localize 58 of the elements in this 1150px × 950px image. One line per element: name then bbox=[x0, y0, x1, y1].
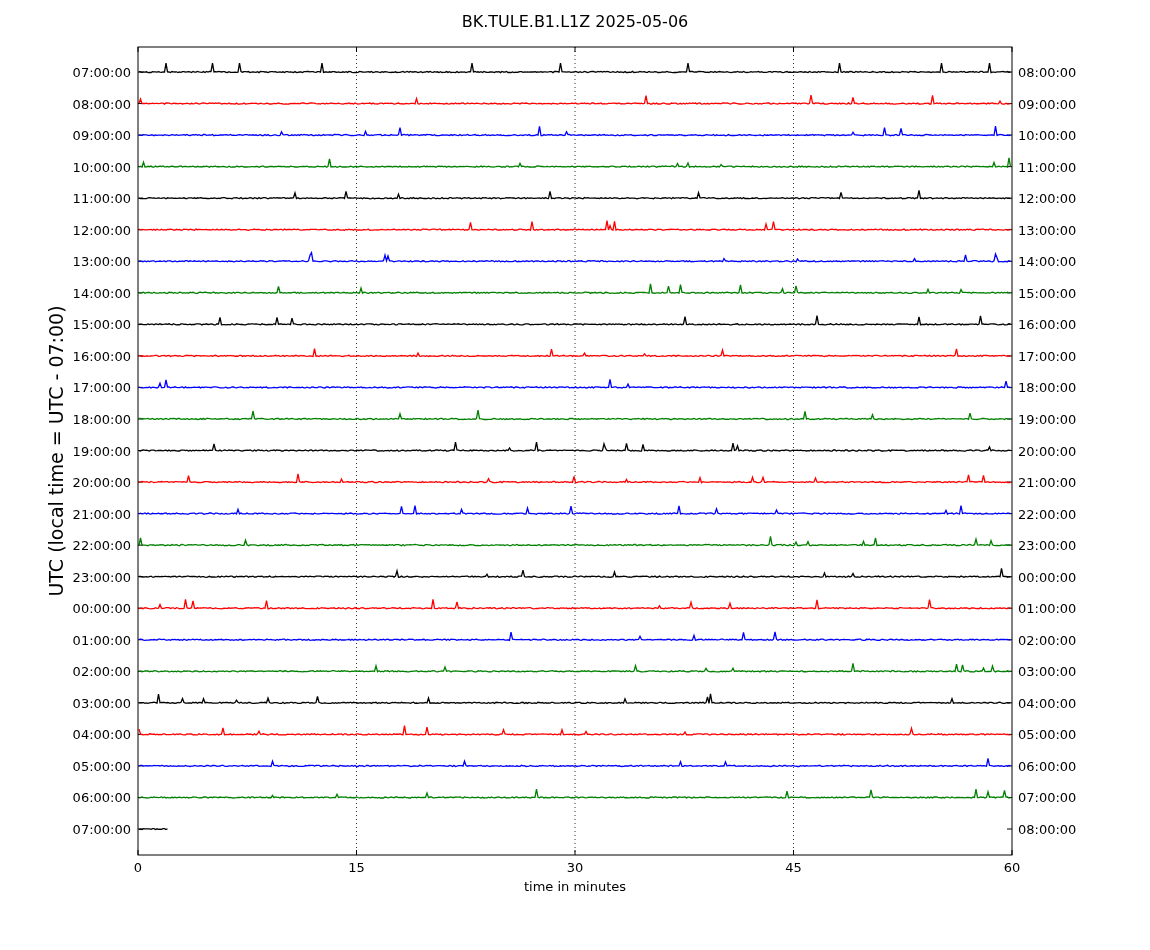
time-label: 19:00:00 bbox=[1018, 411, 1077, 427]
time-label: 20:00:00 bbox=[1018, 443, 1077, 459]
time-label: 20:00:00 bbox=[72, 475, 131, 491]
time-label: 13:00:00 bbox=[1018, 222, 1077, 238]
time-label: 06:00:00 bbox=[1018, 758, 1077, 774]
time-label: 11:00:00 bbox=[1018, 159, 1077, 175]
time-label: 01:00:00 bbox=[72, 632, 131, 648]
time-label: 05:00:00 bbox=[72, 758, 131, 774]
time-label: 07:00:00 bbox=[72, 822, 131, 837]
time-label: 00:00:00 bbox=[72, 601, 131, 617]
time-label: 12:00:00 bbox=[1018, 191, 1077, 207]
time-label: 10:00:00 bbox=[1018, 128, 1077, 144]
time-label: 09:00:00 bbox=[1018, 96, 1077, 112]
time-label: 02:00:00 bbox=[1018, 632, 1077, 648]
time-label: 04:00:00 bbox=[1018, 695, 1077, 711]
time-label: 13:00:00 bbox=[72, 254, 131, 270]
time-label: 11:00:00 bbox=[72, 191, 131, 207]
time-label: 03:00:00 bbox=[1018, 664, 1077, 680]
time-label: 16:00:00 bbox=[1018, 317, 1077, 333]
time-label: 15:00:00 bbox=[72, 317, 131, 333]
time-label: 06:00:00 bbox=[72, 790, 131, 806]
time-label: 21:00:00 bbox=[72, 506, 131, 522]
time-label: 07:00:00 bbox=[72, 65, 131, 80]
time-label: 08:00:00 bbox=[72, 96, 131, 112]
x-tick-label: 45 bbox=[785, 860, 802, 875]
time-label: 01:00:00 bbox=[1018, 601, 1077, 617]
time-label: 05:00:00 bbox=[1018, 727, 1077, 743]
time-label: 03:00:00 bbox=[72, 695, 131, 711]
time-label: 21:00:00 bbox=[1018, 475, 1077, 491]
time-label: 18:00:00 bbox=[1018, 380, 1077, 396]
time-label: 14:00:00 bbox=[1018, 254, 1077, 270]
time-label: 14:00:00 bbox=[72, 285, 131, 301]
time-label: 23:00:00 bbox=[72, 569, 131, 585]
time-label: 22:00:00 bbox=[1018, 506, 1077, 522]
chart-title: BK.TULE.B1.L1Z 2025-05-06 bbox=[461, 12, 689, 31]
time-label: 10:00:00 bbox=[72, 159, 131, 175]
time-label: 22:00:00 bbox=[72, 538, 131, 554]
time-label: 12:00:00 bbox=[72, 222, 131, 238]
time-label: 19:00:00 bbox=[72, 443, 131, 459]
y-axis-label: UTC (local time = UTC - 07:00) bbox=[45, 305, 67, 597]
x-tick-label: 60 bbox=[1003, 860, 1021, 875]
time-label: 23:00:00 bbox=[1018, 538, 1077, 554]
x-axis-label: time in minutes bbox=[523, 879, 627, 894]
time-label: 09:00:00 bbox=[72, 128, 131, 144]
time-label: 18:00:00 bbox=[72, 411, 131, 427]
time-label: 15:00:00 bbox=[1018, 285, 1077, 301]
x-tick-label: 30 bbox=[566, 860, 584, 875]
time-label: 08:00:00 bbox=[1018, 822, 1077, 837]
time-label: 04:00:00 bbox=[72, 727, 131, 743]
time-label: 16:00:00 bbox=[72, 348, 131, 364]
time-label: 17:00:00 bbox=[1018, 348, 1077, 364]
time-label: 00:00:00 bbox=[1018, 569, 1077, 585]
time-label: 17:00:00 bbox=[72, 380, 131, 396]
time-label: 02:00:00 bbox=[72, 664, 131, 680]
x-tick-label: 0 bbox=[133, 860, 143, 875]
time-label: 07:00:00 bbox=[1018, 790, 1077, 806]
time-label: 08:00:00 bbox=[1018, 65, 1077, 80]
x-tick-label: 15 bbox=[348, 860, 365, 875]
